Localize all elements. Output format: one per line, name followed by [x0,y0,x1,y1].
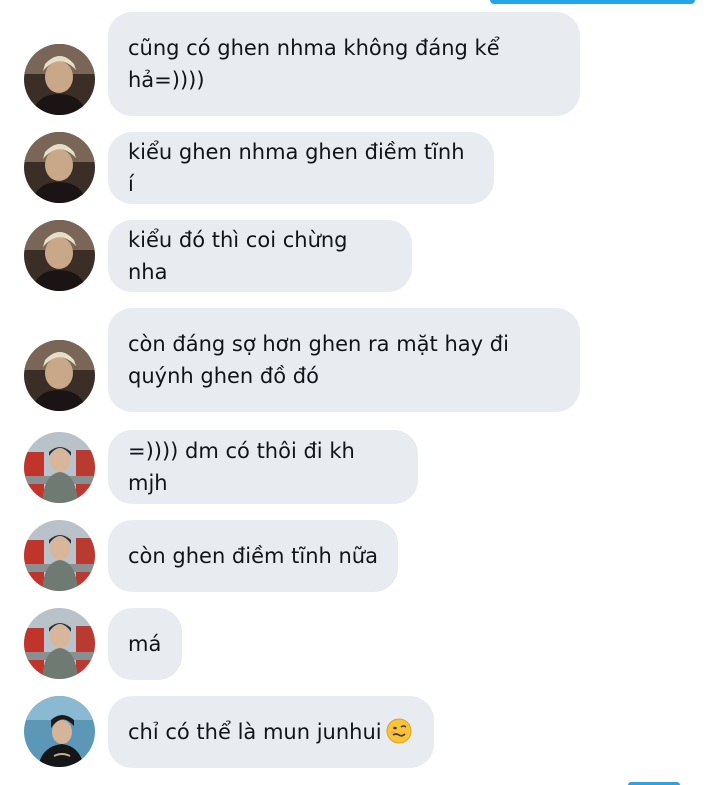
avatar-blond-man[interactable] [24,44,95,115]
message-text-content: chỉ có thể là mun junhui [128,720,382,744]
message-bubble[interactable]: má [108,608,182,680]
message-bubble[interactable]: chỉ có thể là mun junhui [108,696,434,768]
message-text: má [128,632,162,656]
message-bubble[interactable]: kiểu đó thì coi chừng nha [108,220,412,292]
message-text: cũng có ghen nhma không đáng kể hả=)))) [128,36,500,92]
message-bubble[interactable]: cũng có ghen nhma không đáng kể hả=)))) [108,12,580,116]
message-bubble[interactable]: còn đáng sợ hơn ghen ra mặt hay đi quýnh… [108,308,580,412]
message-text: =)))) dm có thôi đi kh mjh [128,439,362,495]
avatar-beanie-man[interactable] [24,432,95,503]
avatar-blond-man[interactable] [24,220,95,291]
message-text: kiểu ghen nhma ghen điềm tĩnh í [128,140,472,196]
message-text: còn đáng sợ hơn ghen ra mặt hay đi quýnh… [128,332,509,388]
avatar-beanie-man[interactable] [24,608,95,679]
avatar-teal-portrait[interactable] [24,696,95,767]
message-text: kiểu đó thì coi chừng nha [128,228,355,284]
message-bubble[interactable]: =)))) dm có thôi đi kh mjh [108,430,418,504]
previous-sent-message-edge [490,0,695,4]
woozy-face-emoji-icon [386,718,412,744]
message-text: còn ghen điềm tĩnh nữa [128,544,378,568]
avatar-beanie-man[interactable] [24,520,95,591]
message-bubble[interactable]: kiểu ghen nhma ghen điềm tĩnh í [108,132,494,204]
message-text: chỉ có thể là mun junhui [128,716,412,748]
message-bubble[interactable]: còn ghen điềm tĩnh nữa [108,520,398,592]
avatar-blond-man[interactable] [24,340,95,411]
avatar-blond-man[interactable] [24,132,95,203]
